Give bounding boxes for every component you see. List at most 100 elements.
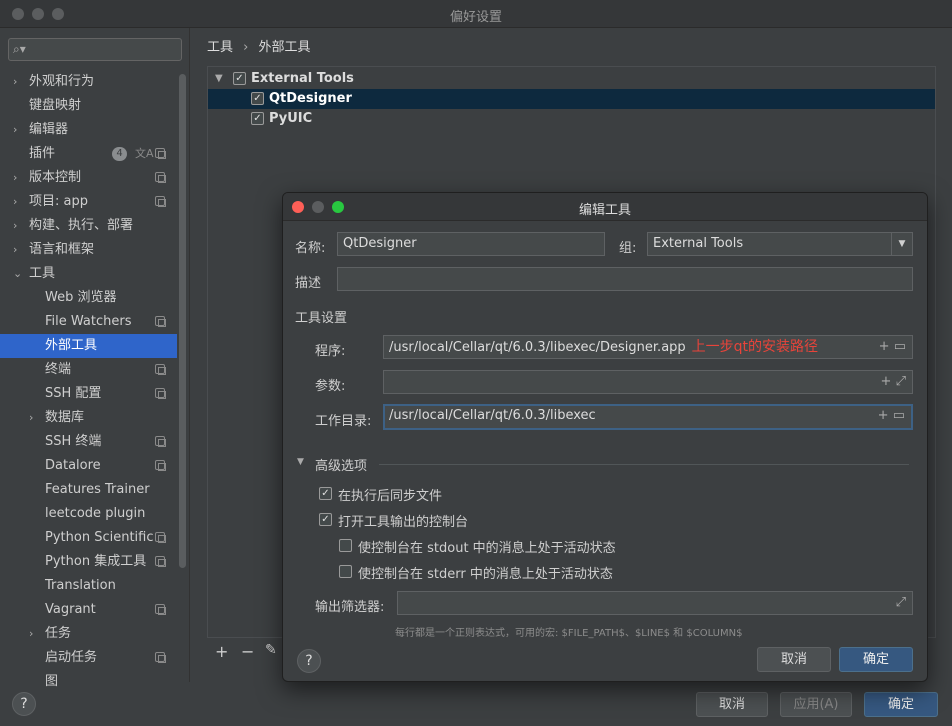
expand-icon[interactable]: ⤢ xyxy=(896,592,906,614)
plugin-update-badge: 4 xyxy=(112,147,127,161)
add-tool-button[interactable]: + xyxy=(215,642,228,661)
sidebar-item-label: 插件 xyxy=(29,146,56,161)
tree-group-row[interactable]: ▼ ✓ External Tools xyxy=(208,69,935,89)
apply-button[interactable]: 应用(A) xyxy=(780,692,852,717)
program-field[interactable]: /usr/local/Cellar/qt/6.0.3/libexec/Desig… xyxy=(383,335,913,359)
open-console-checkbox[interactable]: ✓ xyxy=(319,513,332,526)
sync-files-checkbox[interactable]: ✓ xyxy=(319,487,332,500)
sidebar-item-label: Features Trainer xyxy=(45,482,150,497)
program-label: 程序: xyxy=(315,344,346,359)
sidebar-item[interactable]: Datalore xyxy=(0,454,177,478)
working-directory-field[interactable]: /usr/local/Cellar/qt/6.0.3/libexec + ▭ xyxy=(383,404,913,430)
stdout-active-label: 使控制台在 stdout 中的消息上处于活动状态 xyxy=(358,541,616,556)
tree-tool-label: PyUIC xyxy=(269,111,313,126)
sidebar-item[interactable]: › 构建、执行、部署 xyxy=(0,214,177,238)
sidebar-scrollbar[interactable] xyxy=(179,74,186,568)
sidebar-item-label: 构建、执行、部署 xyxy=(29,218,134,233)
description-field[interactable] xyxy=(337,267,913,291)
insert-macro-icon[interactable]: + xyxy=(879,339,890,354)
project-scope-icon xyxy=(155,652,166,663)
chevron-right-icon[interactable]: › xyxy=(13,70,17,94)
advanced-options-heading[interactable]: 高级选项 xyxy=(315,455,367,474)
insert-macro-icon[interactable]: + xyxy=(881,374,892,389)
arguments-field-icons: + ⤢ xyxy=(881,371,906,393)
advanced-chevron-down-icon[interactable]: ▼ xyxy=(297,457,304,467)
chevron-right-icon[interactable]: › xyxy=(29,622,33,646)
chevron-right-icon[interactable]: › xyxy=(13,214,17,238)
project-scope-icon xyxy=(155,316,166,327)
folder-icon[interactable]: ▭ xyxy=(893,408,905,423)
settings-search-input[interactable]: ⌕▾ xyxy=(8,38,182,61)
sidebar-item[interactable]: 键盘映射 xyxy=(0,94,177,118)
sidebar-item[interactable]: › 语言和框架 xyxy=(0,238,177,262)
name-field[interactable]: QtDesigner xyxy=(337,232,605,256)
tool-settings-heading: 工具设置 xyxy=(295,311,348,326)
group-select[interactable]: External Tools ▼ xyxy=(647,232,913,256)
sidebar-item[interactable]: Translation xyxy=(0,574,177,598)
program-annotation: 上一步qt的安装路径 xyxy=(691,339,819,355)
sidebar-item[interactable]: › 版本控制 xyxy=(0,166,177,190)
sidebar-item[interactable]: File Watchers xyxy=(0,310,177,334)
sidebar-item[interactable]: › 外观和行为 xyxy=(0,70,177,94)
folder-icon[interactable]: ▭ xyxy=(894,339,906,354)
dialog-ok-button[interactable]: 确定 xyxy=(839,647,913,672)
output-filter-field[interactable]: ⤢ xyxy=(397,591,913,615)
expand-icon[interactable]: ⤢ xyxy=(896,374,906,389)
breadcrumb-separator: › xyxy=(243,40,249,55)
tool-checkbox[interactable]: ✓ xyxy=(251,92,264,105)
chevron-right-icon[interactable]: › xyxy=(13,166,17,190)
sidebar-item-label: 工具 xyxy=(29,266,56,281)
sidebar-item-label: Vagrant xyxy=(45,602,96,617)
breadcrumb-root[interactable]: 工具 xyxy=(207,40,233,55)
insert-macro-icon[interactable]: + xyxy=(878,408,889,423)
stderr-active-checkbox[interactable] xyxy=(339,565,352,578)
sidebar-item[interactable]: Vagrant xyxy=(0,598,177,622)
project-scope-icon xyxy=(155,364,166,375)
project-scope-icon xyxy=(155,388,166,399)
sidebar-item[interactable]: leetcode plugin xyxy=(0,502,177,526)
ok-button[interactable]: 确定 xyxy=(864,692,938,717)
sidebar-item[interactable]: › 数据库 xyxy=(0,406,177,430)
sidebar-item[interactable]: › 任务 xyxy=(0,622,177,646)
stdout-active-checkbox[interactable] xyxy=(339,539,352,552)
group-checkbox[interactable]: ✓ xyxy=(233,72,246,85)
edit-tool-button[interactable]: ✎ xyxy=(265,642,277,658)
chevron-down-icon[interactable]: ⌄ xyxy=(13,262,22,286)
sidebar-item[interactable]: ⌄ 工具 xyxy=(0,262,177,286)
sidebar-item[interactable]: › 编辑器 xyxy=(0,118,177,142)
chevron-right-icon[interactable]: › xyxy=(13,190,17,214)
tree-group-label: External Tools xyxy=(251,71,354,86)
chevron-right-icon[interactable]: › xyxy=(29,406,33,430)
sidebar-item-label: leetcode plugin xyxy=(45,506,146,521)
dialog-help-button[interactable]: ? xyxy=(297,649,321,673)
cancel-button[interactable]: 取消 xyxy=(696,692,768,717)
tree-tool-row[interactable]: ✓ QtDesigner xyxy=(208,89,935,109)
chevron-down-icon[interactable]: ▼ xyxy=(215,69,223,89)
tree-tool-row[interactable]: ✓ PyUIC xyxy=(208,109,935,129)
sidebar-item-label: Datalore xyxy=(45,458,101,473)
sidebar-item[interactable]: 插件 4 文A xyxy=(0,142,177,166)
chevron-right-icon[interactable]: › xyxy=(13,118,17,142)
chevron-right-icon[interactable]: › xyxy=(13,238,17,262)
sidebar-item[interactable]: › 项目: app xyxy=(0,190,177,214)
remove-tool-button[interactable]: − xyxy=(241,642,254,661)
project-scope-icon xyxy=(155,532,166,543)
dialog-cancel-button[interactable]: 取消 xyxy=(757,647,831,672)
help-button[interactable]: ? xyxy=(12,692,36,716)
sidebar-item[interactable]: SSH 终端 xyxy=(0,430,177,454)
sidebar-item[interactable]: Web 浏览器 xyxy=(0,286,177,310)
sidebar-item[interactable]: Python 集成工具 xyxy=(0,550,177,574)
arguments-field[interactable]: + ⤢ xyxy=(383,370,913,394)
sidebar-item-label: 键盘映射 xyxy=(29,98,82,113)
sidebar-item-label: File Watchers xyxy=(45,314,132,329)
sidebar-item-label: 数据库 xyxy=(45,410,85,425)
chevron-down-icon[interactable]: ▼ xyxy=(891,233,912,255)
tool-checkbox[interactable]: ✓ xyxy=(251,112,264,125)
sidebar-item[interactable]: Features Trainer xyxy=(0,478,177,502)
sidebar-item[interactable]: SSH 配置 xyxy=(0,382,177,406)
project-scope-icon xyxy=(155,604,166,615)
sidebar-item[interactable]: 终端 xyxy=(0,358,177,382)
sidebar-item[interactable]: 启动任务 xyxy=(0,646,177,670)
sidebar-item[interactable]: 外部工具 xyxy=(0,334,177,358)
sidebar-item[interactable]: Python Scientific xyxy=(0,526,177,550)
